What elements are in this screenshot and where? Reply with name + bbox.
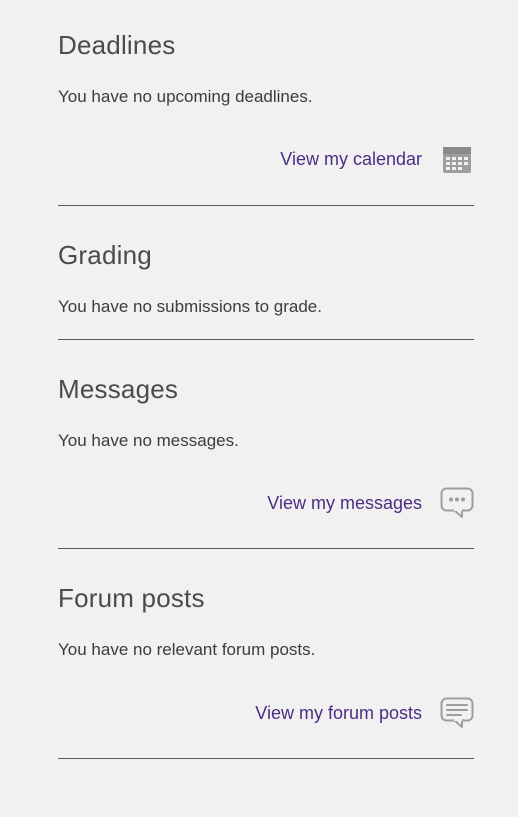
view-messages-link[interactable]: View my messages bbox=[267, 493, 422, 514]
messages-action-row: View my messages bbox=[58, 486, 474, 520]
forum-section: Forum posts You have no relevant forum p… bbox=[58, 583, 474, 759]
forum-icon bbox=[440, 696, 474, 730]
grading-heading: Grading bbox=[58, 240, 474, 271]
forum-message: You have no relevant forum posts. bbox=[58, 638, 474, 662]
forum-heading: Forum posts bbox=[58, 583, 474, 614]
grading-message: You have no submissions to grade. bbox=[58, 295, 474, 319]
view-forum-posts-link[interactable]: View my forum posts bbox=[255, 703, 422, 724]
forum-action-row: View my forum posts bbox=[58, 696, 474, 730]
view-calendar-link[interactable]: View my calendar bbox=[280, 149, 422, 170]
dashboard-panel: Deadlines You have no upcoming deadlines… bbox=[0, 0, 518, 789]
messages-heading: Messages bbox=[58, 374, 474, 405]
calendar-icon bbox=[440, 143, 474, 177]
deadlines-section: Deadlines You have no upcoming deadlines… bbox=[58, 30, 474, 206]
grading-section: Grading You have no submissions to grade… bbox=[58, 240, 474, 340]
messages-message: You have no messages. bbox=[58, 429, 474, 453]
deadlines-action-row: View my calendar bbox=[58, 143, 474, 177]
chat-icon bbox=[440, 486, 474, 520]
deadlines-message: You have no upcoming deadlines. bbox=[58, 85, 474, 109]
deadlines-heading: Deadlines bbox=[58, 30, 474, 61]
messages-section: Messages You have no messages. View my m… bbox=[58, 374, 474, 550]
